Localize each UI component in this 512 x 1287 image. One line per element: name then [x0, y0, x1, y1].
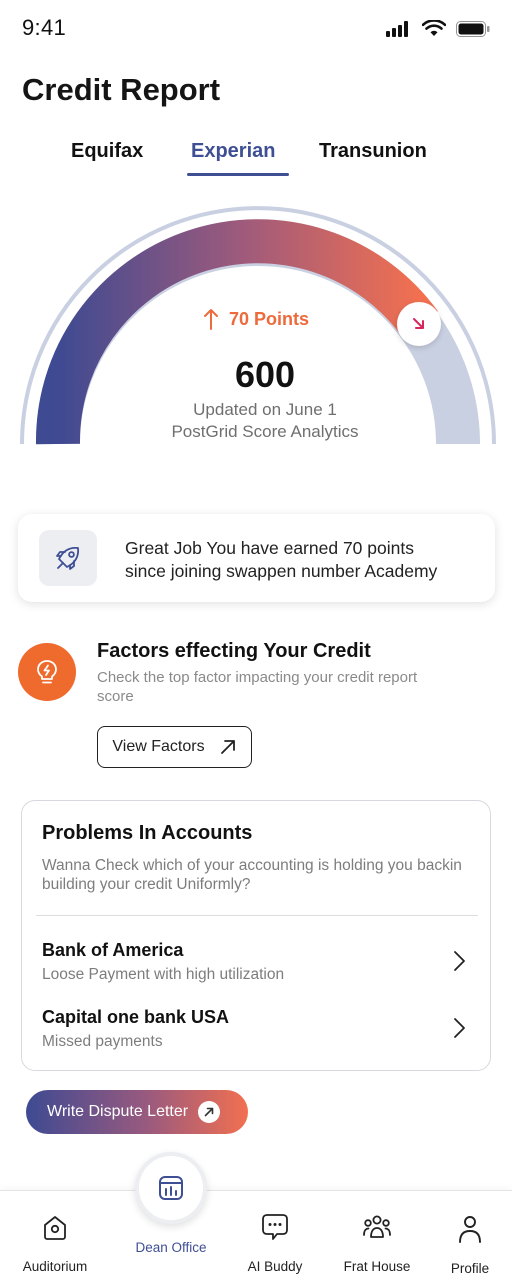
problems-description: Wanna Check which of your accounting is …	[42, 857, 462, 893]
points-change: 70 Points	[0, 308, 512, 330]
account-name: Bank of America	[42, 940, 184, 960]
nav-label: AI Buddy	[247, 1259, 303, 1274]
view-factors-button[interactable]: View Factors	[97, 726, 252, 768]
account-status: Missed payments	[42, 1033, 163, 1050]
nav-label: Auditorium	[22, 1259, 88, 1274]
tab-equifax[interactable]: Equifax	[71, 140, 143, 163]
nav-label: Frat House	[343, 1259, 411, 1274]
chevron-right-icon	[454, 951, 465, 971]
arrow-up-icon	[203, 309, 218, 330]
achievement-message: Great Job You have earned 70 points sinc…	[125, 537, 437, 583]
achievement-line-2: since joining swappen number Academy	[125, 561, 438, 581]
chevron-right-icon	[454, 1018, 465, 1038]
lightbulb-icon	[18, 643, 76, 701]
wifi-icon	[422, 20, 446, 36]
score-provider: PostGrid Score Analytics	[171, 422, 359, 441]
chat-icon	[262, 1214, 288, 1240]
dashboard-icon	[159, 1176, 183, 1200]
status-bar: 9:41	[0, 0, 512, 56]
achievement-card: Great Job You have earned 70 points sinc…	[18, 514, 495, 602]
home-icon	[44, 1216, 66, 1240]
status-icons	[386, 20, 490, 37]
view-factors-label: View Factors	[112, 738, 205, 755]
tab-experian[interactable]: Experian	[191, 140, 275, 163]
bottom-nav: Auditorium Dean Office AI Buddy Frat Hou…	[0, 1190, 512, 1287]
write-dispute-letter-button[interactable]: Write Dispute Letter	[26, 1090, 248, 1134]
nav-label: Profile	[450, 1261, 490, 1276]
problems-card: Problems In Accounts Wanna Check which o…	[21, 800, 491, 1071]
arrow-up-right-icon	[220, 740, 235, 754]
page-title: Credit Report	[22, 72, 221, 107]
status-time: 9:41	[22, 15, 67, 40]
factors-title: Factors effecting Your Credit	[97, 640, 371, 662]
points-change-label: 70 Points	[228, 308, 310, 329]
account-status: Loose Payment with high utilization	[42, 966, 285, 983]
divider	[36, 915, 478, 916]
tab-transunion[interactable]: Transunion	[319, 140, 427, 163]
nav-label: Dean Office	[135, 1240, 207, 1255]
credit-score-value: 600	[234, 354, 296, 395]
user-icon	[459, 1216, 481, 1243]
dispute-label: Write Dispute Letter	[47, 1103, 189, 1120]
problems-title: Problems In Accounts	[42, 822, 253, 844]
group-icon	[363, 1215, 391, 1238]
factors-description: Check the top factor impacting your cred…	[97, 669, 418, 705]
account-name: Capital one bank USA	[42, 1007, 230, 1027]
nav-ai-buddy[interactable]: AI Buddy	[240, 1191, 310, 1287]
updated-date: Updated on June 1	[193, 400, 337, 419]
achievement-line-1: Great Job You have earned 70 points	[125, 538, 414, 558]
account-row-bank-of-america[interactable]: Bank of America Loose Payment with high …	[22, 940, 492, 996]
rocket-icon	[39, 530, 97, 586]
nav-profile[interactable]: Profile	[440, 1191, 500, 1287]
arrow-up-right-icon	[198, 1101, 221, 1123]
nav-frat-house[interactable]: Frat House	[337, 1191, 417, 1287]
battery-icon	[456, 20, 490, 37]
active-tab-indicator	[187, 173, 289, 176]
nav-auditorium[interactable]: Auditorium	[17, 1191, 93, 1287]
dean-office-button[interactable]	[135, 1152, 207, 1224]
signal-icon	[386, 20, 408, 37]
bureau-tabs: Equifax Experian Transunion	[0, 140, 512, 180]
account-row-capital-one[interactable]: Capital one bank USA Missed payments	[22, 1007, 492, 1063]
